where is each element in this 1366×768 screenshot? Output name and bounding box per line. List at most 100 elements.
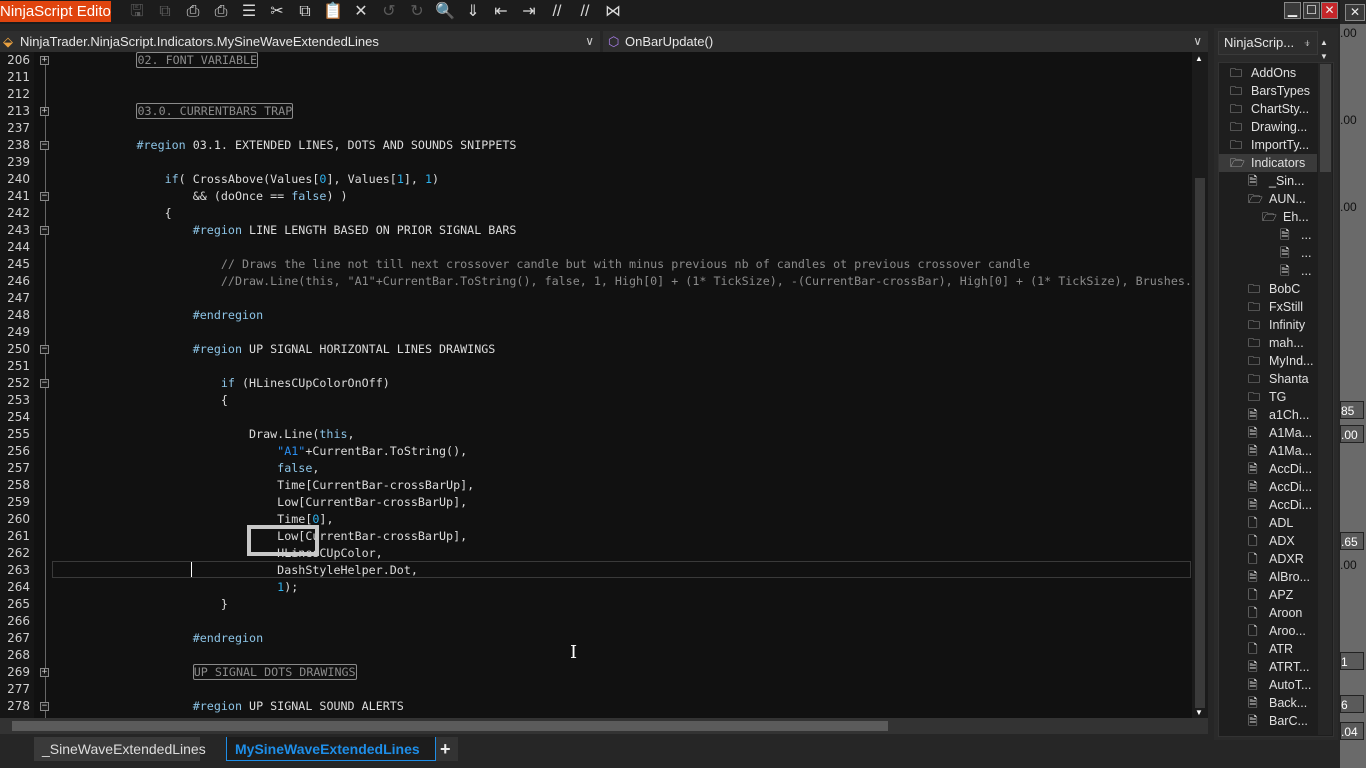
code-line[interactable]: 259 Low[CurrentBar-crossBarUp], [0,494,1192,511]
redo-icon[interactable]: ↻ [405,1,429,23]
code-line[interactable]: 237 [0,120,1192,137]
code-line[interactable]: 253 { [0,392,1192,409]
code-line[interactable]: 211 [0,69,1192,86]
code-line[interactable]: 238 − #region 03.1. EXTENDED LINES, DOTS … [0,137,1192,154]
code-line[interactable]: 244 [0,239,1192,256]
tree-item[interactable]: 🗁 AUN... [1248,190,1306,208]
code-line[interactable]: 258 Time[CurrentBar-crossBarUp], [0,477,1192,494]
tree-item[interactable]: 🗀 AddOns [1230,64,1296,82]
code-line[interactable]: 256 "A1"+CurrentBar.ToString(), [0,443,1192,460]
scroll-down-icon[interactable]: ▼ [1195,708,1203,717]
code-line[interactable]: 242 { [0,205,1192,222]
code-line[interactable]: 255 Draw.Line(this, [0,426,1192,443]
tab-my-sinewave-extended-lines[interactable]: MySineWaveExtendedLines [226,737,436,761]
tree-item[interactable]: 🗀 mah... [1248,334,1304,352]
indent-icon[interactable]: ⇥ [517,1,541,23]
cut-icon[interactable]: ✂ [265,1,289,23]
expand-region-icon[interactable]: + [40,668,49,677]
code-editor[interactable]: 206 + 02. FONT VARIABLE 211 212 213 + 03.0. C… [0,52,1192,718]
code-line[interactable]: 268 [0,647,1192,664]
tree-item[interactable]: 🗎 AccDi... [1248,478,1312,496]
tree-item[interactable]: 🗎 A1Ma... [1248,424,1312,442]
uncomment-icon[interactable]: // [573,1,597,23]
tree-item[interactable]: 🗁 Indicators [1219,154,1317,172]
delete-icon[interactable]: ✕ [349,1,373,23]
tree-item[interactable]: 🗀 MyInd... [1248,352,1313,370]
code-line[interactable]: 264 1); [0,579,1192,596]
collapsed-region[interactable]: UP SIGNAL DOTS DRAWINGS [192,664,357,680]
code-line[interactable]: 249 [0,324,1192,341]
code-line[interactable]: 245 // Draws the line not till next cros… [0,256,1192,273]
code-line[interactable]: 262 HLinesCUpColor, [0,545,1192,562]
tree-item[interactable]: 🗎 ATRT... [1248,658,1310,676]
code-line[interactable]: 247 [0,290,1192,307]
tree-item[interactable]: 🗀 FxStill [1248,298,1303,316]
scroll-up-icon[interactable]: ▲ [1195,54,1203,63]
tree-item[interactable]: 🗎... [1280,226,1311,244]
visual-studio-icon[interactable]: ⋈ [601,1,625,23]
explorer-scroll-thumb[interactable] [1320,64,1331,172]
tree-item[interactable]: 🗋 ADX [1248,532,1295,550]
member-dropdown[interactable]: ⬡ OnBarUpdate() ∨ [603,31,1208,52]
tree-item[interactable]: 🗁 Eh... [1262,208,1309,226]
print-icon[interactable]: ⎙ [181,1,205,23]
code-line[interactable]: 248 #endregion [0,307,1192,324]
collapsed-region[interactable]: 02. FONT VARIABLE [136,52,259,68]
code-line[interactable]: 265 } [0,596,1192,613]
collapse-region-icon[interactable]: − [40,379,49,388]
collapse-region-icon[interactable]: − [40,141,49,150]
collapse-region-icon[interactable]: − [40,345,49,354]
collapse-region-icon[interactable]: − [40,192,49,201]
tree-item[interactable]: 🗎 a1Ch... [1248,406,1309,424]
tree-item[interactable]: 🗋 Aroon [1248,604,1302,622]
horizontal-scroll-thumb[interactable] [12,721,888,731]
tree-item[interactable]: 🗎 AutoT... [1248,676,1311,694]
tree-item[interactable]: 🗎... [1280,262,1311,280]
tree-item[interactable]: 🗋 Aroo... [1248,622,1306,640]
tree-item[interactable]: 🗀 Drawing... [1230,118,1307,136]
comment-icon[interactable]: // [545,1,569,23]
tree-item[interactable]: 🗋 ADXR [1248,550,1304,568]
tree-item[interactable]: 🗀 BobC [1248,280,1300,298]
tree-item[interactable]: 🗎 Back... [1248,694,1307,712]
tree-item[interactable]: 🗎 BarC... [1248,712,1308,730]
code-line[interactable]: 212 [0,86,1192,103]
pin-icon[interactable]: ⍖ [1303,32,1311,54]
undo-icon[interactable]: ↺ [377,1,401,23]
code-line[interactable]: 254 [0,409,1192,426]
code-line[interactable]: 278 − #region UP SIGNAL SOUND ALERTS [0,698,1192,715]
print-preview-icon[interactable]: ⎙ [209,1,233,23]
tab-sinewave-extended-lines[interactable]: _SineWaveExtendedLines [34,737,206,761]
class-dropdown[interactable]: ⬙ NinjaTrader.NinjaScript.Indicators.MyS… [0,31,600,52]
tree-item[interactable]: 🗎... [1280,244,1311,262]
code-line[interactable]: 246 //Draw.Line(this, "A1"+CurrentBar.To… [0,273,1192,290]
tree-item[interactable]: 🗀 BarsTypes [1230,82,1310,100]
tree-item[interactable]: 🗎 _Sin... [1248,172,1304,190]
outdent-icon[interactable]: ⇤ [489,1,513,23]
save-icon[interactable]: 🖫 [125,1,149,23]
tree-item[interactable]: 🗋 ADL [1248,514,1293,532]
code-line[interactable]: 239 [0,154,1192,171]
tree-item[interactable]: 🗀 ChartSty... [1230,100,1309,118]
code-line[interactable]: 277 [0,681,1192,698]
collapse-region-icon[interactable]: − [40,226,49,235]
tree-item[interactable]: 🗋 ATR [1248,640,1293,658]
tree-item[interactable]: 🗋 APZ [1248,586,1293,604]
copy-icon[interactable]: ⧉ [293,1,317,23]
code-line[interactable]: 241 − && (doOnce == false) ) [0,188,1192,205]
code-line[interactable]: 261 Low[CurrentBar-crossBarUp], [0,528,1192,545]
code-line[interactable]: 257 false, [0,460,1192,477]
tree-item[interactable]: 🗎 AlBro... [1248,568,1310,586]
minimize-button[interactable]: ▁ [1284,2,1301,19]
expand-region-icon[interactable]: + [40,56,49,65]
code-line[interactable]: 206 + 02. FONT VARIABLE [0,52,1192,69]
collapsed-region[interactable]: 03.0. CURRENTBARS TRAP [136,103,294,119]
code-line[interactable]: 269 + UP SIGNAL DOTS DRAWINGS [0,664,1192,681]
code-line[interactable]: 250 − #region UP SIGNAL HORIZONTAL LINES … [0,341,1192,358]
vertical-scroll-thumb[interactable] [1195,178,1205,708]
compile-icon[interactable]: ⇓ [461,1,485,23]
code-line[interactable]: 251 [0,358,1192,375]
maximize-button[interactable]: ☐ [1303,2,1320,19]
tree-item[interactable]: 🗀 TG [1248,388,1286,406]
tree-item[interactable]: 🗀 Infinity [1248,316,1305,334]
